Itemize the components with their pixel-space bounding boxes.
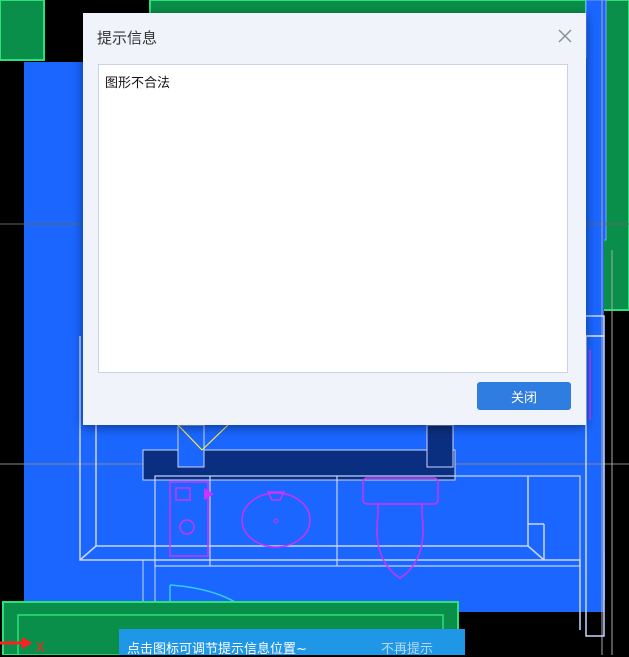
axis-label: X xyxy=(36,641,45,655)
dismiss-link[interactable]: 不再提示 xyxy=(381,638,433,657)
message-text: 图形不合法 xyxy=(105,76,171,91)
tip-bar: 点击图标可调节提示信息位置~ 不再提示 xyxy=(119,629,465,657)
tip-text: 点击图标可调节提示信息位置~ xyxy=(127,642,307,657)
close-button[interactable]: 关闭 xyxy=(477,382,571,410)
wall-block xyxy=(0,0,45,61)
close-icon[interactable] xyxy=(556,27,574,45)
info-dialog: 提示信息 图形不合法 关闭 xyxy=(83,13,586,425)
dialog-header[interactable]: 提示信息 xyxy=(83,13,586,63)
dialog-title: 提示信息 xyxy=(97,29,158,47)
message-area[interactable]: 图形不合法 xyxy=(98,64,568,373)
